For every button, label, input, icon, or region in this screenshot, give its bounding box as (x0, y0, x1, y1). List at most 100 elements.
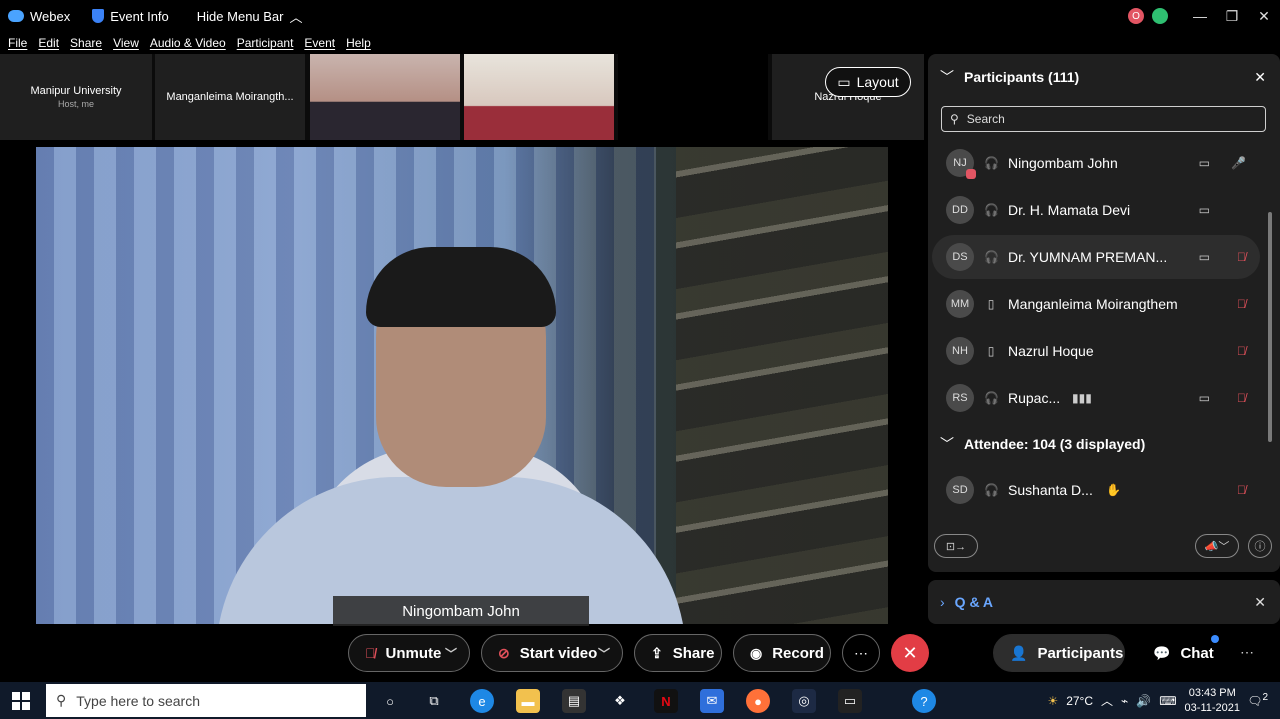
chevron-down-icon[interactable]: ﹀ (940, 67, 954, 87)
windows-taskbar: ⚲ Type here to search ○ ⧉ e ▬ ▤ ❖ N ✉ ● … (0, 682, 1280, 719)
hide-menu-bar-button[interactable]: Hide Menu Bar ︿ (197, 7, 303, 26)
menu-help[interactable]: Help (346, 36, 371, 50)
taskbar-search-box[interactable]: ⚲ Type here to search (46, 684, 366, 717)
menu-view[interactable]: View (113, 36, 139, 50)
participant-name: Manganleima Moirangthem (1008, 296, 1178, 312)
audio-level-icon: ▮▮▮ (1072, 391, 1092, 405)
move-to-stage-button[interactable]: ⊡→ (934, 534, 978, 558)
participant-name: Dr. H. Mamata Devi (1008, 202, 1131, 218)
weather-icon[interactable]: ☀ (1047, 694, 1058, 708)
avatar: DS (946, 243, 974, 271)
start-video-button[interactable]: ⊘ Start video ﹀ (481, 634, 623, 672)
meeting-controls: 🎙̸ Unmute ﹀ ⊘ Start video ﹀ ⇪ Share ◉ Re… (0, 626, 1280, 682)
share-icon: ⇪ (651, 644, 663, 661)
layout-button[interactable]: ▭ Layout (825, 67, 911, 97)
record-button[interactable]: ◉ Record (733, 634, 831, 672)
chat-button[interactable]: 💬 Chat (1136, 634, 1226, 672)
chat-label: Chat (1180, 644, 1214, 662)
microphone-muted-icon[interactable]: 🎙̸ (1237, 391, 1246, 405)
participant-row[interactable]: DS 🎧 Dr. YUMNAM PREMAN... ▭ 🎙̸ (932, 235, 1260, 279)
maximize-button[interactable]: ❐ (1216, 0, 1248, 32)
more-panels-icon[interactable]: ⋯ (1240, 644, 1254, 661)
attendee-name: Sushanta D... (1008, 482, 1093, 498)
windows-start-button[interactable] (12, 692, 30, 710)
thumbnail-manipur-university[interactable]: Manipur University Host, me (0, 54, 152, 140)
mail-icon[interactable]: ✉ (700, 689, 724, 713)
notifications-icon[interactable]: 🗨2 (1247, 692, 1268, 708)
minimize-button[interactable]: — (1184, 0, 1216, 32)
info-icon[interactable]: ⓘ (1248, 534, 1272, 558)
record-icon: ◉ (750, 644, 763, 661)
thumbnail-video-1[interactable] (310, 54, 460, 140)
microphone-muted-icon[interactable]: 🎙̸ (1237, 297, 1246, 311)
clock-date: 03-11-2021 (1184, 701, 1240, 714)
close-qa-icon[interactable]: ✕ (1254, 594, 1266, 611)
firefox-icon[interactable]: ● (746, 689, 770, 713)
netflix-icon[interactable]: N (654, 689, 678, 713)
menu-participant[interactable]: Participant (237, 36, 294, 50)
participant-name: Nazrul Hoque (1008, 343, 1094, 359)
headset-icon: 🎧 (984, 483, 999, 497)
menu-event[interactable]: Event (304, 36, 335, 50)
menu-share[interactable]: Share (70, 36, 102, 50)
participant-row[interactable]: NH ▯ Nazrul Hoque 🎙̸ (932, 329, 1260, 373)
microphone-muted-icon[interactable]: 🎙̸ (1237, 344, 1246, 358)
close-panel-icon[interactable]: ✕ (1254, 69, 1266, 86)
dropbox-icon[interactable]: ❖ (608, 689, 632, 713)
temperature[interactable]: 27°C (1066, 694, 1093, 708)
task-view-icon[interactable]: ⧉ (422, 689, 446, 713)
network-health-icon[interactable] (1152, 8, 1168, 24)
chevron-down-icon[interactable]: ﹀ (445, 645, 457, 662)
event-info-button[interactable]: Event Info (92, 9, 169, 24)
avatar: RS (946, 384, 974, 412)
unmute-label: Unmute (385, 644, 442, 662)
close-window-button[interactable]: ✕ (1248, 0, 1280, 32)
participant-row[interactable]: DD 🎧 Dr. H. Mamata Devi ▭ (932, 188, 1260, 232)
thumbnail-manganleima[interactable]: Manganleima Moirangth... (155, 54, 305, 140)
announce-button[interactable]: 📣﹀ (1195, 534, 1239, 558)
show-hidden-icons-icon[interactable]: ︿ (1101, 692, 1113, 709)
qa-panel[interactable]: › Q & A ✕ (928, 580, 1280, 624)
menu-audio-video[interactable]: Audio & Video (150, 36, 226, 50)
volume-icon[interactable]: 🔊 (1136, 694, 1151, 708)
thumbnail-subtitle: Host, me (57, 99, 94, 109)
scrollbar-thumb[interactable] (1268, 212, 1272, 442)
store-icon[interactable]: ▤ (562, 689, 586, 713)
headset-icon: 🎧 (984, 203, 999, 217)
taskbar-clock[interactable]: 03:43 PM 03-11-2021 (1185, 686, 1240, 716)
chevron-down-icon[interactable]: ﹀ (598, 645, 610, 662)
edge-browser-icon[interactable]: e (470, 689, 494, 713)
search-placeholder: Search (966, 112, 1005, 126)
notification-count: 2 (1262, 692, 1268, 703)
webex-taskbar-icon[interactable]: ◎ (792, 689, 816, 713)
network-icon[interactable]: ⌁ (1121, 694, 1128, 708)
menu-edit[interactable]: Edit (38, 36, 59, 50)
thumbnail-video-2[interactable] (464, 54, 614, 140)
panel-scrollbar[interactable] (1266, 142, 1274, 526)
webex-logo-icon (8, 10, 24, 22)
participant-row[interactable]: NJ 🎧 Ningombam John ▭ 🎤 (932, 141, 1260, 185)
microphone-muted-icon[interactable]: 🎙̸ (1237, 483, 1246, 497)
terminal-icon[interactable]: ▭ (838, 689, 862, 713)
leave-meeting-button[interactable]: ✕ (891, 634, 929, 672)
unmute-button[interactable]: 🎙̸ Unmute ﹀ (348, 634, 470, 672)
menu-file[interactable]: File (8, 36, 27, 50)
participant-row[interactable]: RS 🎧 Rupac... ▮▮▮ ▭ 🎙̸ (932, 376, 1260, 420)
unread-dot (1211, 635, 1219, 643)
attendee-row[interactable]: SD 🎧 Sushanta D... ✋ 🎙̸ (932, 468, 1260, 512)
more-options-button[interactable]: ⋯ (842, 634, 880, 672)
user-avatar[interactable]: O (1128, 8, 1144, 24)
microphone-muted-icon[interactable]: 🎙̸ (1237, 250, 1246, 264)
participants-button[interactable]: 👤 Participants (993, 634, 1125, 672)
participant-search-input[interactable]: ⚲ Search (941, 106, 1266, 132)
participant-row[interactable]: MM ▯ Manganleima Moirangthem 🎙̸ (932, 282, 1260, 326)
thumbnail-video-3[interactable] (618, 54, 768, 140)
cortana-icon[interactable]: ○ (378, 689, 402, 713)
headset-icon: 🎧 (984, 250, 999, 264)
attendee-section-header[interactable]: ﹀ Attendee: 104 (3 displayed) (940, 434, 1145, 454)
speaker-hair (366, 247, 556, 327)
help-icon[interactable]: ? (912, 689, 936, 713)
keyboard-icon[interactable]: ⌨ (1159, 694, 1176, 708)
file-explorer-icon[interactable]: ▬ (516, 689, 540, 713)
share-button[interactable]: ⇪ Share (634, 634, 722, 672)
